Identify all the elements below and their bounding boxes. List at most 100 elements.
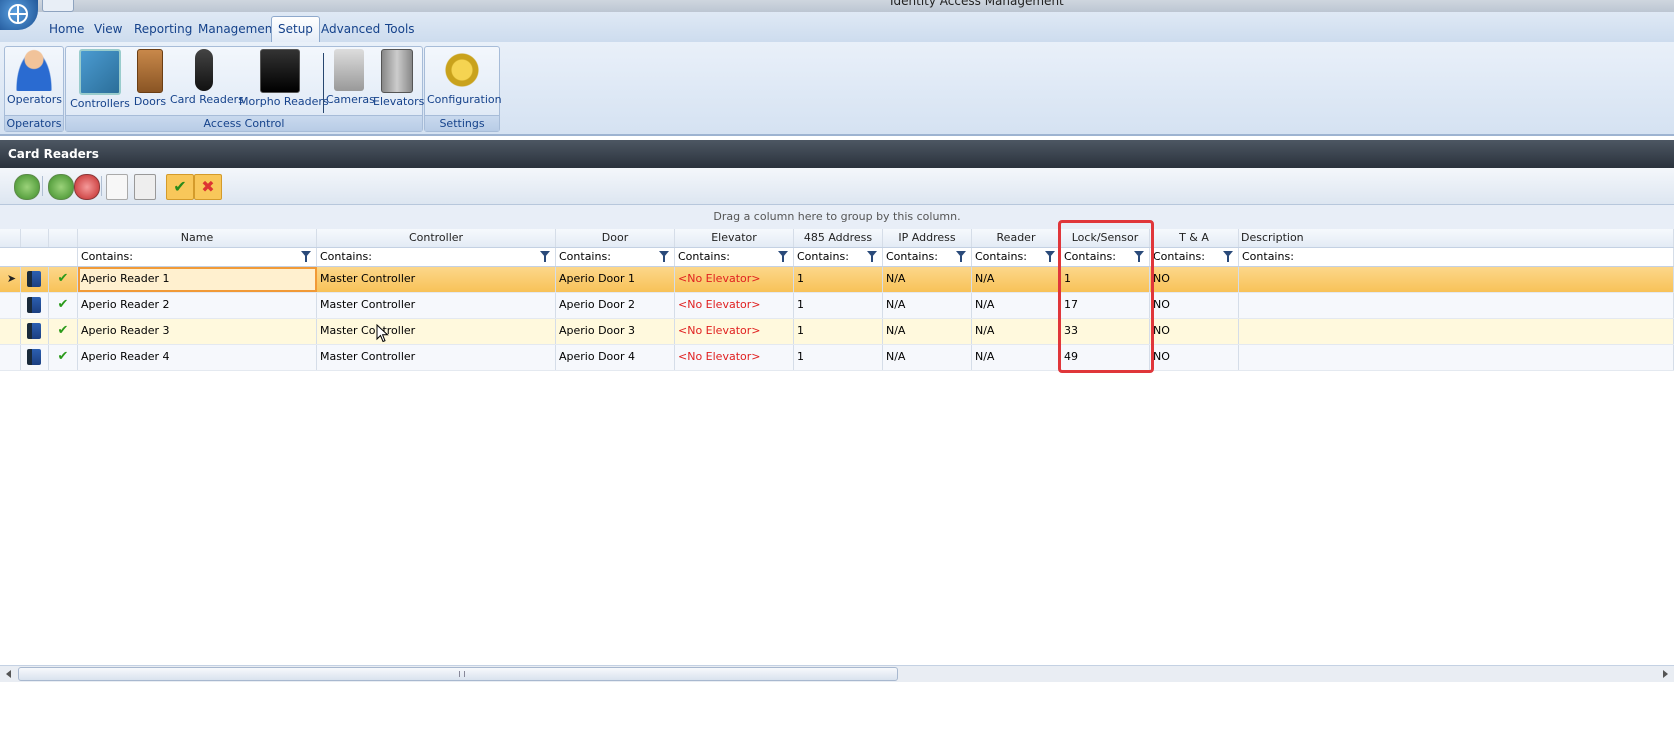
tab-advanced[interactable]: Advanced	[315, 18, 386, 40]
group-by-panel[interactable]: Drag a column here to group by this colu…	[0, 205, 1674, 230]
table-row[interactable]: ✔ Aperio Reader 4 Master Controller Aper…	[0, 345, 1674, 371]
column-header-elevator[interactable]: Elevator	[675, 229, 794, 247]
cell-description[interactable]	[1239, 319, 1674, 344]
cell-door[interactable]: Aperio Door 2	[556, 293, 675, 318]
controllers-button[interactable]: Controllers	[68, 49, 132, 111]
elevators-button[interactable]: Elevators	[373, 49, 424, 111]
cell-elevator[interactable]: <No Elevator>	[675, 267, 794, 292]
cell-ta[interactable]: NO	[1150, 345, 1239, 370]
cell-name[interactable]: Aperio Reader 4	[78, 345, 317, 370]
accept-icon[interactable]: ✔	[166, 174, 194, 200]
cell-reader[interactable]: N/A	[972, 267, 1061, 292]
filter-icon[interactable]	[1223, 251, 1233, 262]
cell-door[interactable]: Aperio Door 1	[556, 267, 675, 292]
tab-view[interactable]: View	[88, 18, 128, 40]
remove-icon[interactable]	[74, 174, 100, 200]
edit-icon[interactable]	[106, 174, 128, 200]
cell-controller[interactable]: Master Controller	[317, 293, 556, 318]
filter-icon[interactable]	[778, 251, 788, 262]
cell-controller[interactable]: Master Controller	[317, 319, 556, 344]
cell-controller[interactable]: Master Controller	[317, 345, 556, 370]
filter-ta[interactable]: Contains:	[1150, 248, 1239, 266]
table-row[interactable]: ➤ ✔ Aperio Reader 1 Master Controller Ap…	[0, 267, 1674, 293]
filter-door[interactable]: Contains:	[556, 248, 675, 266]
morpho-readers-button[interactable]: Morpho Readers	[239, 49, 329, 111]
cell-door[interactable]: Aperio Door 3	[556, 319, 675, 344]
refresh-icon[interactable]	[14, 174, 40, 200]
filter-reader[interactable]: Contains:	[972, 248, 1061, 266]
horizontal-scrollbar[interactable]	[0, 665, 1674, 683]
tab-reporting[interactable]: Reporting	[128, 18, 198, 40]
filter-lock-sensor[interactable]: Contains:	[1061, 248, 1150, 266]
table-row[interactable]: ✔ Aperio Reader 2 Master Controller Aper…	[0, 293, 1674, 319]
filter-icon[interactable]	[540, 251, 550, 262]
table-row[interactable]: ✔ Aperio Reader 3 Master Controller Aper…	[0, 319, 1674, 345]
cell-name[interactable]: Aperio Reader 2	[78, 293, 317, 318]
cell-lock-sensor[interactable]: 33	[1061, 319, 1150, 344]
cell-ta[interactable]: NO	[1150, 267, 1239, 292]
cell-485-address[interactable]: 1	[794, 319, 883, 344]
cell-reader[interactable]: N/A	[972, 319, 1061, 344]
cell-door[interactable]: Aperio Door 4	[556, 345, 675, 370]
cell-reader[interactable]: N/A	[972, 293, 1061, 318]
cell-ta[interactable]: NO	[1150, 319, 1239, 344]
column-header-ta[interactable]: T & A	[1150, 229, 1239, 247]
cell-elevator[interactable]: <No Elevator>	[675, 293, 794, 318]
tab-management[interactable]: Management	[192, 18, 283, 40]
filter-controller[interactable]: Contains:	[317, 248, 556, 266]
configuration-button[interactable]: Configuration	[427, 49, 502, 111]
cell-lock-sensor[interactable]: 1	[1061, 267, 1150, 292]
cell-lock-sensor[interactable]: 49	[1061, 345, 1150, 370]
filter-icon[interactable]	[956, 251, 966, 262]
cell-description[interactable]	[1239, 345, 1674, 370]
cameras-button[interactable]: Cameras	[326, 49, 375, 111]
filter-name[interactable]: Contains:	[78, 248, 317, 266]
operators-button[interactable]: Operators	[7, 49, 62, 111]
cell-elevator[interactable]: <No Elevator>	[675, 345, 794, 370]
add-icon[interactable]	[48, 174, 74, 200]
tab-tools[interactable]: Tools	[379, 18, 421, 40]
cell-lock-sensor[interactable]: 17	[1061, 293, 1150, 318]
cell-elevator[interactable]: <No Elevator>	[675, 319, 794, 344]
card-readers-button[interactable]: Card Readers	[170, 49, 244, 111]
cell-ta[interactable]: NO	[1150, 293, 1239, 318]
cancel-icon[interactable]: ✖	[194, 174, 222, 200]
cell-485-address[interactable]: 1	[794, 345, 883, 370]
column-header-lock-sensor[interactable]: Lock/Sensor	[1061, 229, 1150, 247]
column-header-door[interactable]: Door	[556, 229, 675, 247]
filter-icon[interactable]	[1134, 251, 1144, 262]
filter-description[interactable]: Contains:	[1239, 248, 1674, 266]
scroll-right-arrow-icon[interactable]	[1663, 670, 1668, 678]
filter-icon[interactable]	[867, 251, 877, 262]
filter-elevator[interactable]: Contains:	[675, 248, 794, 266]
cell-name[interactable]: Aperio Reader 3	[78, 319, 317, 344]
column-header-description[interactable]: Description	[1239, 229, 1674, 247]
column-header-ip-address[interactable]: IP Address	[883, 229, 972, 247]
tab-home[interactable]: Home	[43, 18, 90, 40]
scrollbar-thumb[interactable]	[18, 667, 898, 681]
cell-ip-address[interactable]: N/A	[883, 319, 972, 344]
cell-ip-address[interactable]: N/A	[883, 293, 972, 318]
filter-icon[interactable]	[1045, 251, 1055, 262]
cell-description[interactable]	[1239, 267, 1674, 292]
column-header-485-address[interactable]: 485 Address	[794, 229, 883, 247]
doors-button[interactable]: Doors	[132, 49, 168, 111]
column-header-controller[interactable]: Controller	[317, 229, 556, 247]
tab-setup[interactable]: Setup	[271, 16, 320, 43]
cell-ip-address[interactable]: N/A	[883, 345, 972, 370]
filter-ip-address[interactable]: Contains:	[883, 248, 972, 266]
cell-485-address[interactable]: 1	[794, 267, 883, 292]
cell-reader[interactable]: N/A	[972, 345, 1061, 370]
column-header-reader[interactable]: Reader	[972, 229, 1061, 247]
cell-name[interactable]: Aperio Reader 1	[78, 267, 317, 292]
cell-ip-address[interactable]: N/A	[883, 267, 972, 292]
cell-485-address[interactable]: 1	[794, 293, 883, 318]
filter-icon[interactable]	[301, 251, 311, 262]
column-header-name[interactable]: Name	[78, 229, 317, 247]
cell-description[interactable]	[1239, 293, 1674, 318]
filter-485-address[interactable]: Contains:	[794, 248, 883, 266]
quick-access-button[interactable]	[42, 0, 74, 12]
filter-icon[interactable]	[659, 251, 669, 262]
scroll-left-arrow-icon[interactable]	[6, 670, 11, 678]
copy-icon[interactable]	[134, 174, 156, 200]
